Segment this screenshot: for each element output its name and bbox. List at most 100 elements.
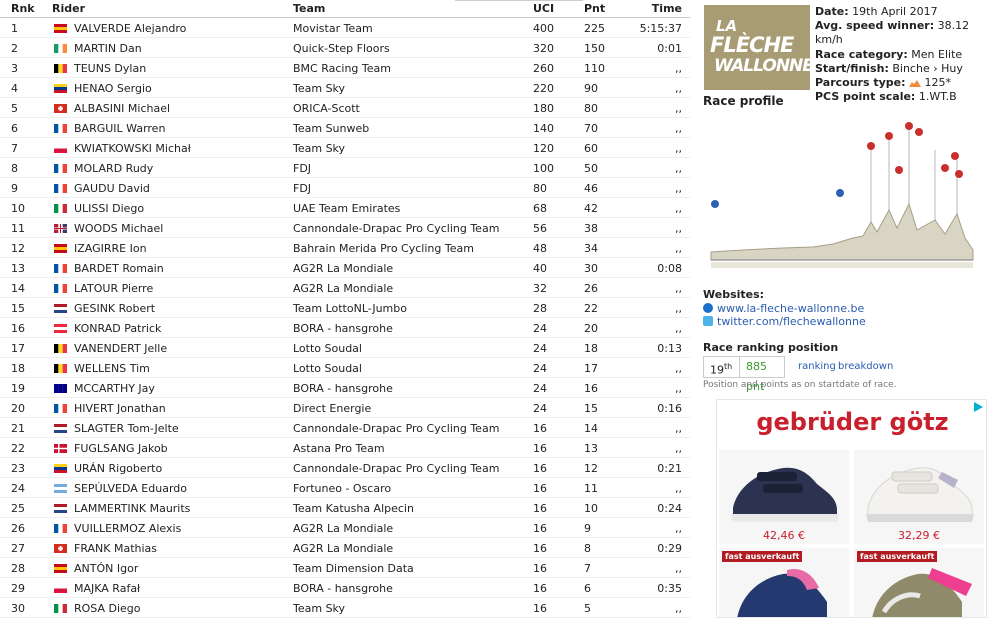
- rider-name[interactable]: WOODS Michael: [74, 222, 163, 235]
- rank: 6: [11, 122, 18, 135]
- time-gap: ,,: [675, 302, 682, 315]
- rider-name[interactable]: MAJKA Rafał: [74, 582, 140, 595]
- country-flag-icon: [54, 364, 67, 373]
- team-name[interactable]: Cannondale-Drapac Pro Cycling Team: [293, 422, 499, 435]
- uci-points: 32: [533, 282, 547, 295]
- team-name[interactable]: FDJ: [293, 182, 311, 195]
- rider-name[interactable]: VALVERDE Alejandro: [74, 22, 186, 35]
- header-uci[interactable]: UCI: [533, 2, 554, 15]
- team-name[interactable]: Direct Energie: [293, 402, 371, 415]
- time-gap: ,,: [675, 362, 682, 375]
- uci-points: 260: [533, 62, 554, 75]
- ad-brand[interactable]: gebrüder götz: [717, 408, 986, 436]
- team-name[interactable]: Astana Pro Team: [293, 442, 385, 455]
- rider-name[interactable]: URÁN Rigoberto: [74, 462, 162, 475]
- team-name[interactable]: Fortuneo - Oscaro: [293, 482, 391, 495]
- team-name[interactable]: Lotto Soudal: [293, 362, 362, 375]
- time-gap: 0:13: [657, 342, 682, 355]
- rider-name[interactable]: HIVERT Jonathan: [74, 402, 166, 415]
- header-time[interactable]: Time: [652, 2, 682, 15]
- rider-name[interactable]: IZAGIRRE Ion: [74, 242, 147, 255]
- country-flag-icon: [54, 124, 67, 133]
- rider-name[interactable]: FUGLSANG Jakob: [74, 442, 168, 455]
- team-name[interactable]: BORA - hansgrohe: [293, 322, 393, 335]
- rider-name[interactable]: MCCARTHY Jay: [74, 382, 155, 395]
- rank: 4: [11, 82, 18, 95]
- team-name[interactable]: Team Katusha Alpecin: [293, 502, 414, 515]
- ad-product-1[interactable]: 42,46 €: [719, 450, 849, 544]
- team-name[interactable]: ORICA-Scott: [293, 102, 360, 115]
- team-name[interactable]: Team Dimension Data: [293, 562, 414, 575]
- team-name[interactable]: BORA - hansgrohe: [293, 582, 393, 595]
- twitter-link[interactable]: twitter.com/flechewallonne: [717, 315, 866, 328]
- ad-product-4[interactable]: fast ausverkauft: [854, 548, 984, 617]
- team-name[interactable]: AG2R La Mondiale: [293, 262, 393, 275]
- rider-name[interactable]: GESINK Robert: [74, 302, 155, 315]
- team-name[interactable]: Quick-Step Floors: [293, 42, 390, 55]
- header-rider[interactable]: Rider: [52, 2, 85, 15]
- ad-product-2[interactable]: 32,29 €: [854, 450, 984, 544]
- rider-name[interactable]: ALBASINI Michael: [74, 102, 170, 115]
- team-name[interactable]: Cannondale-Drapac Pro Cycling Team: [293, 462, 499, 475]
- team-name[interactable]: Lotto Soudal: [293, 342, 362, 355]
- team-name[interactable]: BMC Racing Team: [293, 62, 391, 75]
- race-logo[interactable]: LA FLÈCHE WALLONNE: [704, 5, 814, 90]
- race-profile-image[interactable]: [703, 110, 985, 278]
- time-gap: ,,: [675, 62, 682, 75]
- rider-name[interactable]: VANENDERT Jelle: [74, 342, 167, 355]
- team-name[interactable]: Movistar Team: [293, 22, 373, 35]
- rider-name[interactable]: ANTÓN Igor: [74, 562, 138, 575]
- table-row: 11 WOODS Michael Cannondale-Drapac Pro Cyc…: [0, 218, 690, 238]
- team-name[interactable]: AG2R La Mondiale: [293, 282, 393, 295]
- team-name[interactable]: Team Sky: [293, 602, 345, 615]
- race-info-panel: LA FLÈCHE WALLONNE Date: 19th April 2017…: [703, 0, 987, 618]
- team-name[interactable]: FDJ: [293, 162, 311, 175]
- header-team[interactable]: Team: [293, 2, 325, 15]
- uci-points: 16: [533, 602, 547, 615]
- team-name[interactable]: AG2R La Mondiale: [293, 542, 393, 555]
- team-name[interactable]: Team LottoNL-Jumbo: [293, 302, 407, 315]
- uci-points: 400: [533, 22, 554, 35]
- rider-name[interactable]: HENAO Sergio: [74, 82, 152, 95]
- rank: 30: [11, 602, 25, 615]
- time-gap: ,,: [675, 482, 682, 495]
- rider-name[interactable]: MARTIN Dan: [74, 42, 142, 55]
- rider-name[interactable]: LATOUR Pierre: [74, 282, 153, 295]
- uci-points: 24: [533, 382, 547, 395]
- country-flag-icon: [54, 144, 67, 153]
- team-name[interactable]: AG2R La Mondiale: [293, 522, 393, 535]
- rider-name[interactable]: MOLARD Rudy: [74, 162, 153, 175]
- ad-product-3[interactable]: fast ausverkauft: [719, 548, 849, 617]
- rider-name[interactable]: KONRAD Patrick: [74, 322, 161, 335]
- header-pnt[interactable]: Pnt: [584, 2, 605, 15]
- rider-name[interactable]: FRANK Mathias: [74, 542, 157, 555]
- rider-name[interactable]: ROSA Diego: [74, 602, 141, 615]
- rider-name[interactable]: TEUNS Dylan: [74, 62, 146, 75]
- advertisement[interactable]: gebrüder götz 42,46 € 32,29 € fast ausve…: [716, 399, 987, 618]
- uci-points: 80: [533, 182, 547, 195]
- team-name[interactable]: Bahrain Merida Pro Cycling Team: [293, 242, 474, 255]
- team-name[interactable]: UAE Team Emirates: [293, 202, 400, 215]
- rider-name[interactable]: GAUDU David: [74, 182, 150, 195]
- header-rnk[interactable]: Rnk: [11, 2, 35, 15]
- team-name[interactable]: Team Sunweb: [293, 122, 369, 135]
- team-name[interactable]: BORA - hansgrohe: [293, 382, 393, 395]
- team-name[interactable]: Cannondale-Drapac Pro Cycling Team: [293, 222, 499, 235]
- rider-name[interactable]: VUILLERMOZ Alexis: [74, 522, 181, 535]
- country-flag-icon: [54, 264, 67, 273]
- rank: 9: [11, 182, 18, 195]
- rider-name[interactable]: SEPÚLVEDA Eduardo: [74, 482, 187, 495]
- rider-name[interactable]: WELLENS Tim: [74, 362, 150, 375]
- rider-name[interactable]: SLAGTER Tom-Jelte: [74, 422, 179, 435]
- ranking-link[interactable]: ranking: [798, 361, 836, 372]
- rider-name[interactable]: LAMMERTINK Maurits: [74, 502, 190, 515]
- website-link[interactable]: www.la-fleche-wallonne.be: [717, 302, 864, 315]
- rider-name[interactable]: BARGUIL Warren: [74, 122, 165, 135]
- rider-name[interactable]: BARDET Romain: [74, 262, 164, 275]
- rider-name[interactable]: KWIATKOWSKI Michał: [74, 142, 191, 155]
- rider-name[interactable]: ULISSI Diego: [74, 202, 144, 215]
- team-name[interactable]: Team Sky: [293, 142, 345, 155]
- breakdown-link[interactable]: breakdown: [838, 361, 893, 372]
- team-name[interactable]: Team Sky: [293, 82, 345, 95]
- rank: 28: [11, 562, 25, 575]
